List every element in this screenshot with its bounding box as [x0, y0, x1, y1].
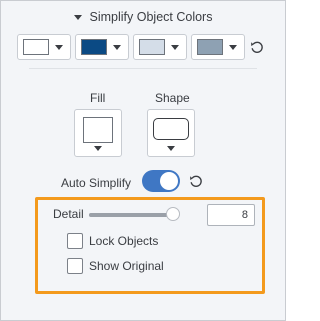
divider — [29, 68, 257, 69]
show-original-option[interactable]: Show Original — [67, 258, 164, 274]
swatch-dropdown-2[interactable] — [75, 34, 129, 60]
color-chip — [23, 39, 49, 55]
swatch-dropdown-3[interactable] — [133, 34, 187, 60]
auto-simplify-toggle[interactable] — [142, 170, 180, 192]
toggle-knob — [160, 172, 178, 190]
color-swatch-row — [17, 34, 265, 60]
shape-dropdown-button[interactable] — [147, 109, 195, 157]
reset-auto-simplify-icon[interactable] — [188, 173, 204, 189]
simplify-panel: Simplify Object Colors Fill Shape Auto S… — [0, 0, 286, 321]
rounded-rectangle-icon — [153, 118, 189, 140]
chevron-down-icon — [167, 146, 175, 151]
fill-dropdown-button[interactable] — [74, 109, 122, 157]
collapse-caret-icon[interactable] — [73, 14, 82, 20]
chevron-down-icon — [171, 44, 179, 50]
reset-colors-icon[interactable] — [249, 39, 265, 55]
show-original-checkbox[interactable] — [67, 258, 83, 274]
detail-value-input[interactable] — [207, 204, 255, 226]
detail-label: Detail — [53, 207, 84, 221]
lock-objects-option[interactable]: Lock Objects — [67, 233, 158, 249]
shape-label: Shape — [155, 91, 190, 105]
section-title: Simplify Object Colors — [89, 10, 213, 24]
section-header[interactable]: Simplify Object Colors — [1, 7, 285, 27]
lock-objects-label: Lock Objects — [89, 234, 159, 248]
chevron-down-icon — [229, 44, 237, 50]
lock-objects-checkbox[interactable] — [67, 233, 83, 249]
slider-thumb[interactable] — [166, 207, 180, 221]
fill-label: Fill — [90, 91, 106, 105]
chevron-down-icon — [94, 146, 102, 151]
slider-fill — [89, 213, 173, 217]
color-chip — [81, 39, 107, 55]
fill-preview — [83, 117, 113, 143]
auto-simplify-label: Auto Simplify — [61, 176, 132, 190]
color-chip — [197, 39, 223, 55]
chevron-down-icon — [55, 44, 63, 50]
chevron-down-icon — [113, 44, 121, 50]
swatch-dropdown-4[interactable] — [191, 34, 245, 60]
swatch-dropdown-1[interactable] — [17, 34, 71, 60]
detail-slider[interactable] — [89, 207, 180, 221]
color-chip — [139, 39, 165, 55]
show-original-label: Show Original — [89, 259, 164, 273]
